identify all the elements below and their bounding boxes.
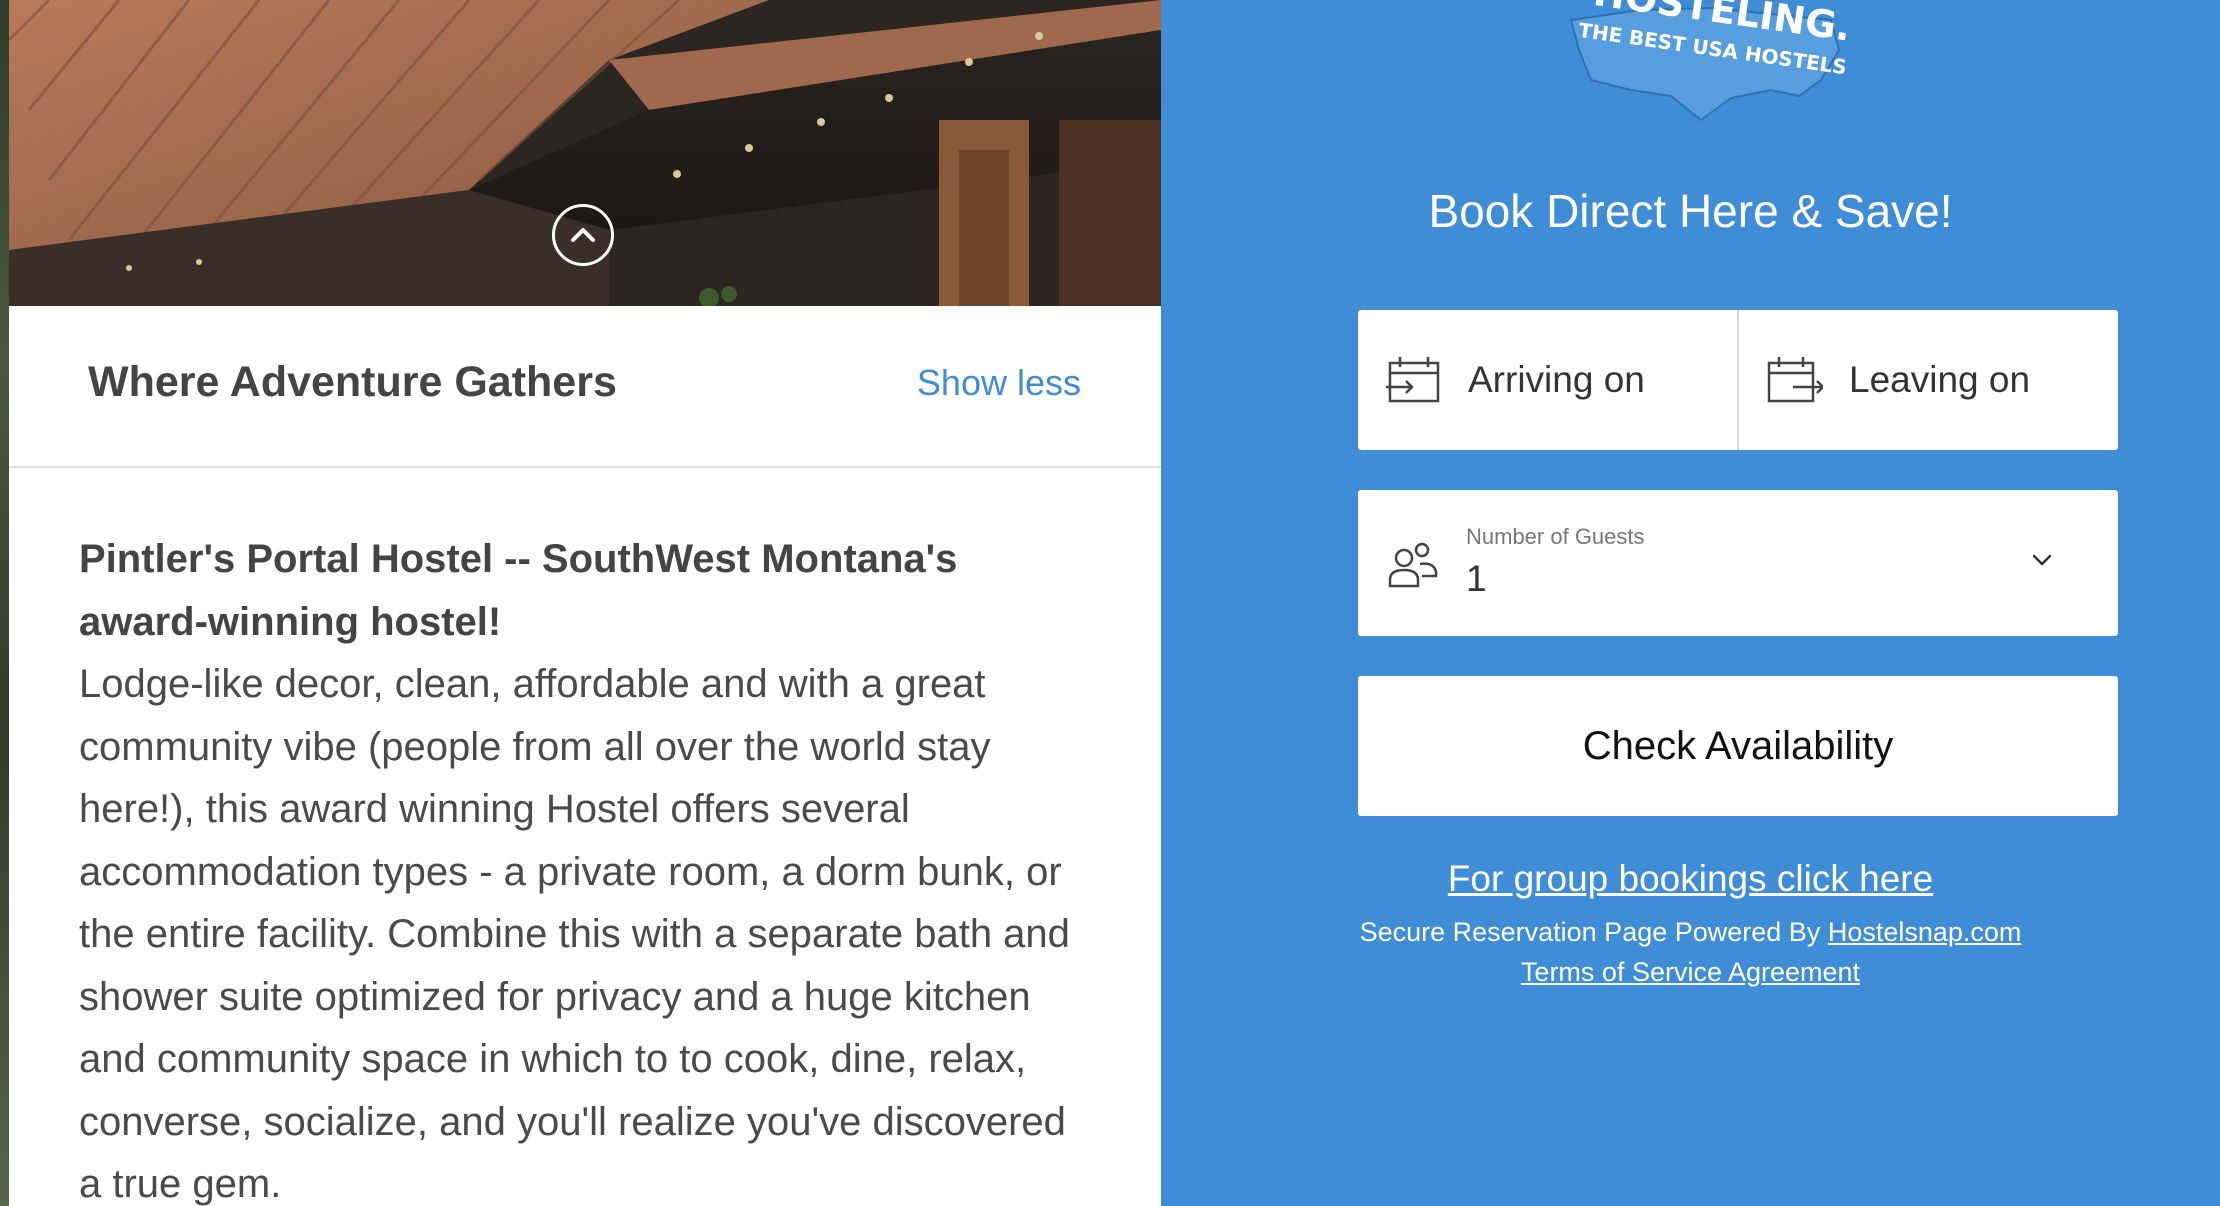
chevron-down-icon: [2032, 554, 2052, 566]
calendar-enter-icon: [1386, 357, 1440, 403]
calendar-exit-icon: [1767, 357, 1823, 403]
hero-image: [9, 0, 1161, 306]
description-header: Where Adventure Gathers Show less: [9, 306, 1161, 468]
users-icon: [1388, 542, 1438, 588]
description-title: Where Adventure Gathers: [88, 358, 617, 406]
hostelsnap-link[interactable]: Hostelsnap.com: [1828, 917, 2022, 947]
guests-select[interactable]: Number of Guests 1: [1358, 490, 2118, 636]
show-less-link[interactable]: Show less: [917, 362, 1081, 404]
arrival-date-field[interactable]: Arriving on: [1358, 310, 1737, 450]
description-body: Pintler's Portal Hostel -- SouthWest Mon…: [79, 528, 1079, 1206]
arrival-date-label: Arriving on: [1468, 359, 1645, 400]
booking-title: Book Direct Here & Save!: [1428, 185, 1953, 237]
chevron-up-icon: [571, 228, 595, 242]
group-bookings-link[interactable]: For group bookings click here: [1161, 858, 2220, 900]
collapse-hero-button[interactable]: [552, 204, 614, 266]
secure-reservation-label: Secure Reservation Page Powered By: [1359, 917, 1828, 947]
description-lead: Pintler's Portal Hostel -- SouthWest Mon…: [79, 537, 958, 644]
background-foliage-strip: [0, 0, 9, 1206]
departure-date-field[interactable]: Leaving on: [1737, 310, 2118, 450]
booking-panel: HOSTELING.US THE BEST USA HOSTELS Book D…: [1161, 0, 2220, 1206]
guests-value: 1: [1466, 558, 1487, 599]
secure-reservation-text: Secure Reservation Page Powered By Hoste…: [1161, 912, 2220, 952]
guests-label: Number of Guests: [1466, 524, 1645, 549]
description-text: Lodge-like decor, clean, affordable and …: [79, 662, 1070, 1206]
check-availability-button[interactable]: Check Availability: [1358, 676, 2118, 816]
hosteling-us-logo: HOSTELING.US THE BEST USA HOSTELS: [1569, 0, 1851, 122]
terms-of-service-link[interactable]: Terms of Service Agreement: [1161, 952, 2220, 992]
date-range-picker: Arriving on Leaving on: [1358, 310, 2118, 450]
departure-date-label: Leaving on: [1849, 359, 2031, 400]
